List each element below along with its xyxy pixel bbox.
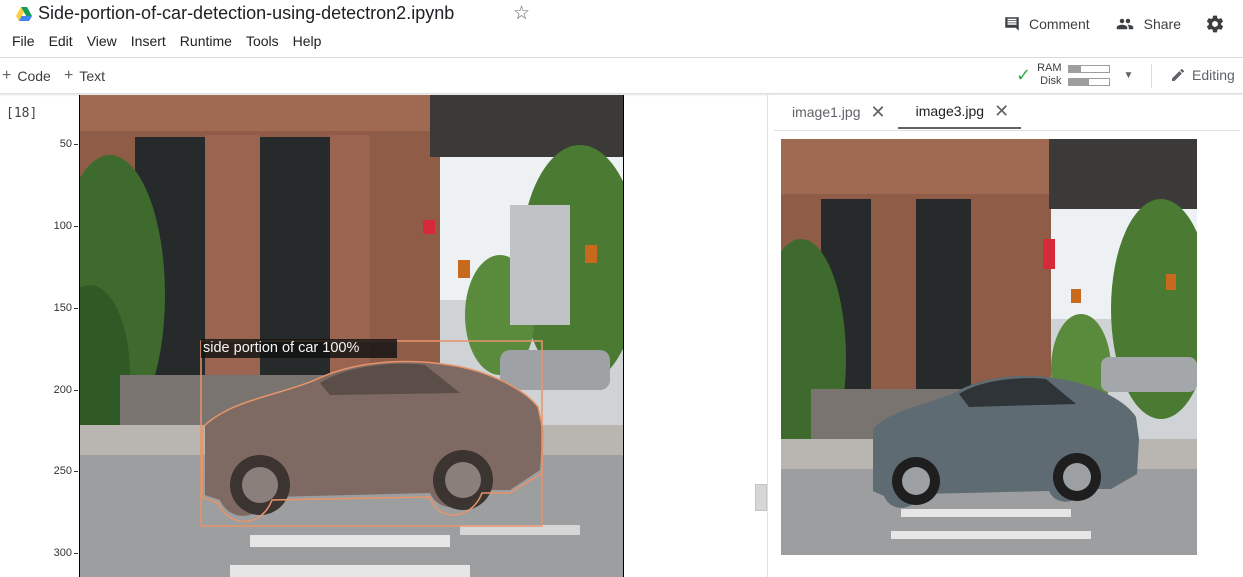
- ram-label: RAM: [1037, 62, 1062, 74]
- notebook-toolbar: + Code + Text ✓ RAM Disk ▼ Editing: [0, 58, 1243, 94]
- gear-icon: [1206, 15, 1224, 33]
- add-code-label: Code: [17, 68, 51, 84]
- y-tick-label: 200: [53, 384, 79, 396]
- file-tabs: image1.jpg ✕ image3.jpg ✕: [774, 95, 1240, 131]
- execution-count: [18]: [6, 106, 38, 121]
- horizontal-scrollbar-thumb[interactable]: [755, 484, 767, 511]
- star-icon[interactable]: ☆: [513, 2, 530, 25]
- add-text-label: Text: [79, 68, 106, 84]
- plus-icon: +: [64, 67, 74, 84]
- ram-usage-bar: [1067, 64, 1110, 73]
- y-tick-label: 300: [53, 547, 79, 559]
- detection-label: side portion of car 100%: [203, 340, 360, 356]
- editing-mode-button[interactable]: Editing: [1170, 67, 1235, 83]
- tab-label: image3.jpg: [915, 103, 985, 119]
- close-icon[interactable]: ✕: [994, 101, 1009, 122]
- disk-label: Disk: [1040, 75, 1062, 87]
- tab-image3[interactable]: image3.jpg ✕: [897, 95, 1022, 129]
- y-tick-label: 50: [59, 138, 79, 150]
- plot-y-axis: 50 100 150 200 250 300: [40, 95, 79, 577]
- tab-image1[interactable]: image1.jpg ✕: [774, 95, 898, 129]
- menu-insert[interactable]: Insert: [131, 33, 166, 49]
- resource-monitor[interactable]: ✓ RAM Disk ▼: [1016, 62, 1133, 88]
- disk-usage-bar: [1067, 77, 1110, 86]
- menu-file[interactable]: File: [12, 33, 35, 49]
- car-photo: [781, 139, 1197, 555]
- plus-icon: +: [2, 67, 12, 84]
- y-tick-label: 100: [53, 220, 79, 232]
- menu-help[interactable]: Help: [293, 33, 322, 49]
- google-drive-icon[interactable]: [16, 7, 32, 21]
- add-text-button[interactable]: + Text: [64, 67, 105, 85]
- check-icon: ✓: [1016, 64, 1032, 85]
- chevron-down-icon[interactable]: ▼: [1124, 70, 1134, 81]
- y-tick-label: 150: [53, 302, 79, 314]
- people-icon: [1116, 18, 1133, 30]
- y-tick-label: 250: [53, 465, 79, 477]
- comment-button[interactable]: Comment: [1003, 15, 1090, 33]
- app-header: Side-portion-of-car-detection-using-dete…: [0, 0, 1243, 58]
- share-button[interactable]: Share: [1114, 15, 1181, 33]
- pencil-icon: [1172, 68, 1185, 81]
- menu-bar: File Edit View Insert Runtime Tools Help: [12, 33, 335, 49]
- image-viewer-panel: image1.jpg ✕ image3.jpg ✕: [770, 95, 1243, 577]
- resource-labels: RAM Disk: [1037, 62, 1061, 88]
- detection-result-image: side portion of car 100%: [79, 95, 624, 577]
- menu-tools[interactable]: Tools: [246, 33, 279, 49]
- image-preview: [781, 139, 1197, 555]
- comment-icon: [1005, 17, 1019, 31]
- notebook-title[interactable]: Side-portion-of-car-detection-using-dete…: [38, 3, 454, 24]
- toolbar-divider: [1151, 64, 1152, 88]
- menu-view[interactable]: View: [87, 33, 117, 49]
- ram-usage-fill: [1068, 65, 1081, 72]
- resource-bars: [1067, 64, 1110, 86]
- share-label: Share: [1143, 16, 1181, 32]
- menu-runtime[interactable]: Runtime: [180, 33, 232, 49]
- tab-label: image1.jpg: [792, 104, 861, 120]
- settings-button[interactable]: [1205, 14, 1233, 34]
- header-actions: Comment Share: [979, 14, 1233, 34]
- notebook-cell-output[interactable]: [18] 50 100 150 200 250 300 side portion…: [0, 95, 768, 577]
- close-icon[interactable]: ✕: [871, 102, 886, 123]
- menu-edit[interactable]: Edit: [49, 33, 73, 49]
- editing-label: Editing: [1192, 67, 1235, 83]
- comment-label: Comment: [1028, 16, 1090, 32]
- street-scene-photo: [80, 95, 623, 577]
- disk-usage-fill: [1068, 78, 1089, 85]
- add-code-button[interactable]: + Code: [2, 67, 51, 85]
